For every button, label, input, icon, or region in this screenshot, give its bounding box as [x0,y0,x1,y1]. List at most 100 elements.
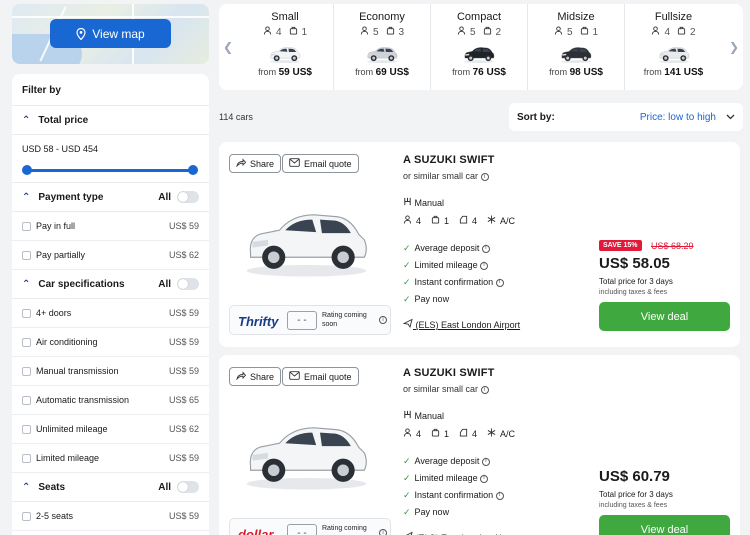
share-button[interactable]: Share [229,154,282,173]
passenger-count: 4 [416,428,422,439]
view-map-button[interactable]: View map [50,19,171,48]
view-deal-button[interactable]: View deal [599,515,730,535]
all-label: All [158,278,171,290]
filter-option[interactable]: Limited mileage US$ 59 [12,444,209,473]
all-toggle[interactable] [177,481,199,493]
mail-icon [289,158,300,169]
checkbox[interactable] [22,453,31,463]
filter-option[interactable]: 4+ doors US$ 59 [12,299,209,328]
category-small[interactable]: Small 4 1 from 59 US$ [237,4,334,90]
checkbox[interactable] [22,250,31,260]
filter-option[interactable]: Pay in full US$ 59 [12,212,209,241]
info-icon[interactable]: i [480,474,489,483]
chevron-left-icon[interactable]: ❮ [219,4,237,90]
price-slider-max-handle[interactable] [188,165,198,175]
car-thumbnail [261,42,309,64]
results-count: 114 cars [219,112,253,122]
snowflake-icon [487,428,496,439]
email-quote-button[interactable]: Email quote [282,367,359,386]
category-compact[interactable]: Compact 5 2 from 76 US$ [431,4,528,90]
feature-label: Pay now [414,507,450,517]
feature-item: ✓ Pay now [403,291,504,308]
category-price: from 59 US$ [237,67,333,78]
section-car-specifications[interactable]: ⌃ Car specifications All [12,270,209,299]
checkbox[interactable] [22,424,31,434]
supplier-logo: dollar. [238,527,277,535]
feature-item: ✓ Limited mileage i [403,470,504,487]
total-price-label: Total price for 3 days [599,277,673,286]
option-label: Pay partially [36,250,86,260]
chevron-right-icon[interactable]: ❯ [725,4,743,90]
feature-item: ✓ Average deposit i [403,240,504,257]
info-icon[interactable]: i [495,491,504,500]
checkbox[interactable] [22,366,31,376]
view-deal-button[interactable]: View deal [599,302,730,331]
pickup-location-link[interactable]: (ELS) East London Airport [403,531,520,535]
price-slider-track[interactable] [27,169,193,172]
filter-option[interactable]: Unlimited mileage US$ 62 [12,415,209,444]
pickup-location-link[interactable]: (ELS) East London Airport [402,318,520,330]
checkbox[interactable] [22,395,31,405]
rating-text-line1: Rating coming [322,312,367,319]
filter-option[interactable]: Pay partially US$ 62 [12,241,209,270]
all-toggle[interactable] [177,191,199,203]
current-price: US$ 60.79 [599,468,670,485]
map-preview[interactable]: View map [12,4,209,64]
supplier-logo: Thrifty [238,314,279,329]
from-label: from [643,67,662,77]
category-name: Small [271,11,299,23]
transmission-icon [403,410,412,421]
info-icon[interactable]: i [480,385,489,394]
all-toggle[interactable] [177,278,199,290]
price-value: 76 US$ [472,67,506,78]
info-icon[interactable]: i [495,278,504,287]
checkbox[interactable] [22,337,31,347]
category-midsize[interactable]: Midsize 5 1 from 98 US$ [528,4,625,90]
option-label: Unlimited mileage [36,424,108,434]
info-icon[interactable]: i [480,172,489,181]
info-icon[interactable]: i [379,529,387,535]
category-name: Compact [456,11,502,23]
category-economy[interactable]: Economy 5 3 from 69 US$ [334,4,431,90]
bag-count: 1 [592,26,599,38]
snowflake-icon [487,215,496,226]
section-payment-type[interactable]: ⌃ Payment type All [12,183,209,212]
email-quote-button[interactable]: Email quote [282,154,359,173]
door-count: 4 [472,215,478,226]
suitcase-icon [431,215,440,226]
category-carousel: ❮ ❯ Small 4 1 from 59 US$ Economy 5 3 fr… [219,4,743,90]
share-button[interactable]: Share [229,367,282,386]
filter-option[interactable]: Manual transmission US$ 59 [12,357,209,386]
price-range-label: USD 58 - USD 454 [22,144,99,154]
info-icon[interactable]: i [481,244,490,253]
share-icon [236,371,247,382]
checkbox[interactable] [22,511,31,521]
passenger-count: 4 [664,26,670,38]
info-icon[interactable]: i [480,261,489,270]
filter-option[interactable]: Air conditioning US$ 59 [12,328,209,357]
share-label: Share [250,158,275,169]
section-label: Payment type [38,191,104,203]
price-slider-min-handle[interactable] [22,165,32,175]
car-subtitle-text: or similar small car [403,384,479,394]
category-name: Fullsize [654,11,693,23]
info-icon[interactable]: i [379,316,387,324]
filter-option[interactable]: 2-5 seats US$ 59 [12,502,209,531]
chevron-up-icon: ⌃ [22,114,31,126]
rating-text: Rating comingsoon [322,524,367,535]
category-fullsize[interactable]: Fullsize 4 2 from 141 US$ [625,4,722,90]
chevron-up-icon: ⌃ [22,278,31,290]
suitcase-icon [580,26,589,38]
checkbox[interactable] [22,221,31,231]
checkbox[interactable] [22,308,31,318]
filter-option[interactable]: Automatic transmission US$ 65 [12,386,209,415]
info-icon[interactable]: i [481,457,490,466]
option-label: 4+ doors [36,308,72,318]
section-seats[interactable]: ⌃ Seats All [12,473,209,502]
section-total-price[interactable]: ⌃ Total price [12,106,209,135]
option-price: US$ 62 [168,250,199,260]
sort-select[interactable]: Sort by: Price: low to high [509,103,743,131]
passenger-count: 5 [372,26,379,38]
feature-item: ✓ Limited mileage i [403,257,504,274]
from-label: from [549,67,568,77]
